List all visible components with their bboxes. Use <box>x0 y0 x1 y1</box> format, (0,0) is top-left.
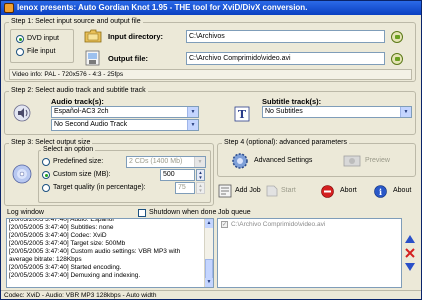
disc-icon <box>12 164 32 184</box>
job-queue-list[interactable]: ✓ C:\Archivo Comprimido\video.avi <box>217 218 402 288</box>
folder-icon <box>84 29 102 43</box>
step3-group: Step 3: Select output size Select an opt… <box>4 139 214 206</box>
add-job-icon[interactable] <box>218 184 232 198</box>
app-window: lenox presents: Auto Gordian Knot 1.95 -… <box>0 0 422 300</box>
svg-text:i: i <box>379 187 382 197</box>
log-line: [20/05/2005 3:47:40] Subtitles: none <box>9 224 114 231</box>
predefined-size-select[interactable]: 2 CDs (1400 Mb) ▼ <box>126 156 206 168</box>
file-input-label[interactable]: File input <box>27 48 55 55</box>
subtitle-icon: T <box>234 106 250 122</box>
remove-job-icon[interactable] <box>405 248 415 258</box>
custom-size-radio[interactable] <box>42 171 50 179</box>
chevron-down-icon[interactable]: ▼ <box>194 157 205 167</box>
chevron-down-icon[interactable]: ▼ <box>187 107 198 117</box>
step2-group: Step 2: Select audio track and subtitle … <box>4 87 416 135</box>
step1-group: Step 1: Select input source and output f… <box>4 18 416 82</box>
info-icon[interactable]: i <box>374 185 387 198</box>
output-file-label: Output file: <box>108 54 148 63</box>
browse-input-icon[interactable] <box>391 31 403 43</box>
browse-output-icon[interactable] <box>391 53 403 65</box>
dvd-input-radio[interactable] <box>16 35 24 43</box>
predefined-size-value: 2 CDs (1400 Mb) <box>129 158 183 165</box>
predefined-size-label[interactable]: Predefined size: <box>53 158 103 165</box>
output-file-icon <box>84 50 102 66</box>
job-queue-label: Job queue <box>218 209 251 216</box>
log-line: [20/05/2005 3:47:40] Codec: XviD <box>9 232 107 239</box>
abort-icon[interactable] <box>321 185 334 198</box>
log-line: [20/05/2005 3:47:40] Custom audio settin… <box>9 248 181 255</box>
subtitle-track-select[interactable]: No Subtitles ▼ <box>262 106 412 118</box>
chevron-down-icon[interactable]: ▼ <box>187 120 198 130</box>
scroll-up-icon[interactable]: ▲ <box>205 219 213 228</box>
size-options-legend: Select an option <box>41 146 96 153</box>
video-info-panel: Video info: PAL - 720x576 - 4:3 - 25fps <box>9 69 412 80</box>
audio-track-1-value: Español-AC3 2ch <box>54 108 109 115</box>
advanced-settings-button[interactable]: Advanced Settings <box>254 157 312 164</box>
step1-legend: Step 1: Select input source and output f… <box>9 18 143 25</box>
add-job-button[interactable]: Add Job <box>235 187 261 194</box>
audio-tracks-label: Audio track(s): <box>51 97 104 106</box>
title-bar[interactable]: lenox presents: Auto Gordian Knot 1.95 -… <box>1 1 421 15</box>
step3-legend: Step 3: Select output size <box>9 139 93 146</box>
target-quality-radio[interactable] <box>42 184 50 192</box>
queue-items: ✓ C:\Archivo Comprimido\video.avi <box>218 220 401 230</box>
audio-track-2-select[interactable]: No Second Audio Track ▼ <box>51 119 199 131</box>
log-window-label: Log window <box>7 209 44 216</box>
input-directory-label: Input directory: <box>108 32 164 41</box>
start-button[interactable]: Start <box>281 187 296 194</box>
step4-group: Step 4 (optional): advanced parameters A… <box>217 139 416 177</box>
log-line: [20/05/2005 3:47:40] Demuxing and indexi… <box>9 272 141 279</box>
shutdown-checkbox[interactable] <box>138 209 146 217</box>
audio-track-1-select[interactable]: Español-AC3 2ch ▼ <box>51 106 199 118</box>
log-lines: [20/05/2005 3:47:40] Audio: Espanol [20/0… <box>7 219 204 280</box>
queue-item-checkbox[interactable]: ✓ <box>221 221 228 228</box>
step2-legend: Step 2: Select audio track and subtitle … <box>9 87 148 94</box>
move-up-icon[interactable] <box>405 235 415 243</box>
log-scrollbar[interactable]: ▲ ▼ <box>204 219 213 287</box>
target-quality-field[interactable]: 75 <box>175 182 195 194</box>
app-icon <box>4 3 14 13</box>
preview-button[interactable]: Preview <box>365 157 390 164</box>
window-title: lenox presents: Auto Gordian Knot 1.95 -… <box>17 3 308 12</box>
custom-size-field[interactable]: 500 <box>160 169 195 181</box>
target-quality-spinner[interactable]: ▲ ▼ <box>196 182 205 194</box>
log-line: [20/05/2005 3:47:40] Started encoding. <box>9 264 122 271</box>
preview-icon[interactable] <box>343 153 361 169</box>
shutdown-label[interactable]: Shutdown when done <box>149 209 216 216</box>
target-quality-label[interactable]: Target quality (in percentage): <box>53 184 146 191</box>
log-window[interactable]: [20/05/2005 3:47:40] Audio: Espanol [20/0… <box>6 218 214 288</box>
step4-legend: Step 4 (optional): advanced parameters <box>222 139 349 146</box>
log-line: [20/05/2005 3:47:40] Target size: 500Mb <box>9 240 126 247</box>
queue-item-label: C:\Archivo Comprimido\video.avi <box>231 221 326 228</box>
log-line: average bitrate: 128Kbps <box>9 256 82 263</box>
queue-item[interactable]: ✓ C:\Archivo Comprimido\video.avi <box>218 220 401 230</box>
about-button[interactable]: About <box>393 187 411 194</box>
move-down-icon[interactable] <box>405 263 415 271</box>
svg-text:T: T <box>238 108 247 121</box>
file-input-radio[interactable] <box>16 48 24 56</box>
audio-speaker-icon <box>13 104 31 122</box>
subtitle-track-value: No Subtitles <box>265 108 303 115</box>
audio-track-2-value: No Second Audio Track <box>54 121 128 128</box>
dvd-input-label[interactable]: DVD input <box>27 35 59 42</box>
start-icon[interactable] <box>265 184 279 198</box>
predefined-size-radio[interactable] <box>42 158 50 166</box>
subtitle-tracks-label: Subtitle track(s): <box>262 97 322 106</box>
chevron-down-icon[interactable]: ▼ <box>400 107 411 117</box>
scroll-down-icon[interactable]: ▼ <box>205 278 213 287</box>
custom-size-spinner[interactable]: ▲ ▼ <box>196 169 205 181</box>
status-bar: Codec: XviD - Audio: VBR MP3 128kbps - A… <box>1 290 421 299</box>
abort-button[interactable]: Abort <box>340 187 357 194</box>
output-file-field[interactable]: C:\Archivo Comprimido\video.avi <box>186 52 385 65</box>
input-directory-field[interactable]: C:\Archivos <box>186 30 385 43</box>
custom-size-label[interactable]: Custom size (MB): <box>53 171 111 178</box>
gear-icon[interactable] <box>231 152 249 170</box>
